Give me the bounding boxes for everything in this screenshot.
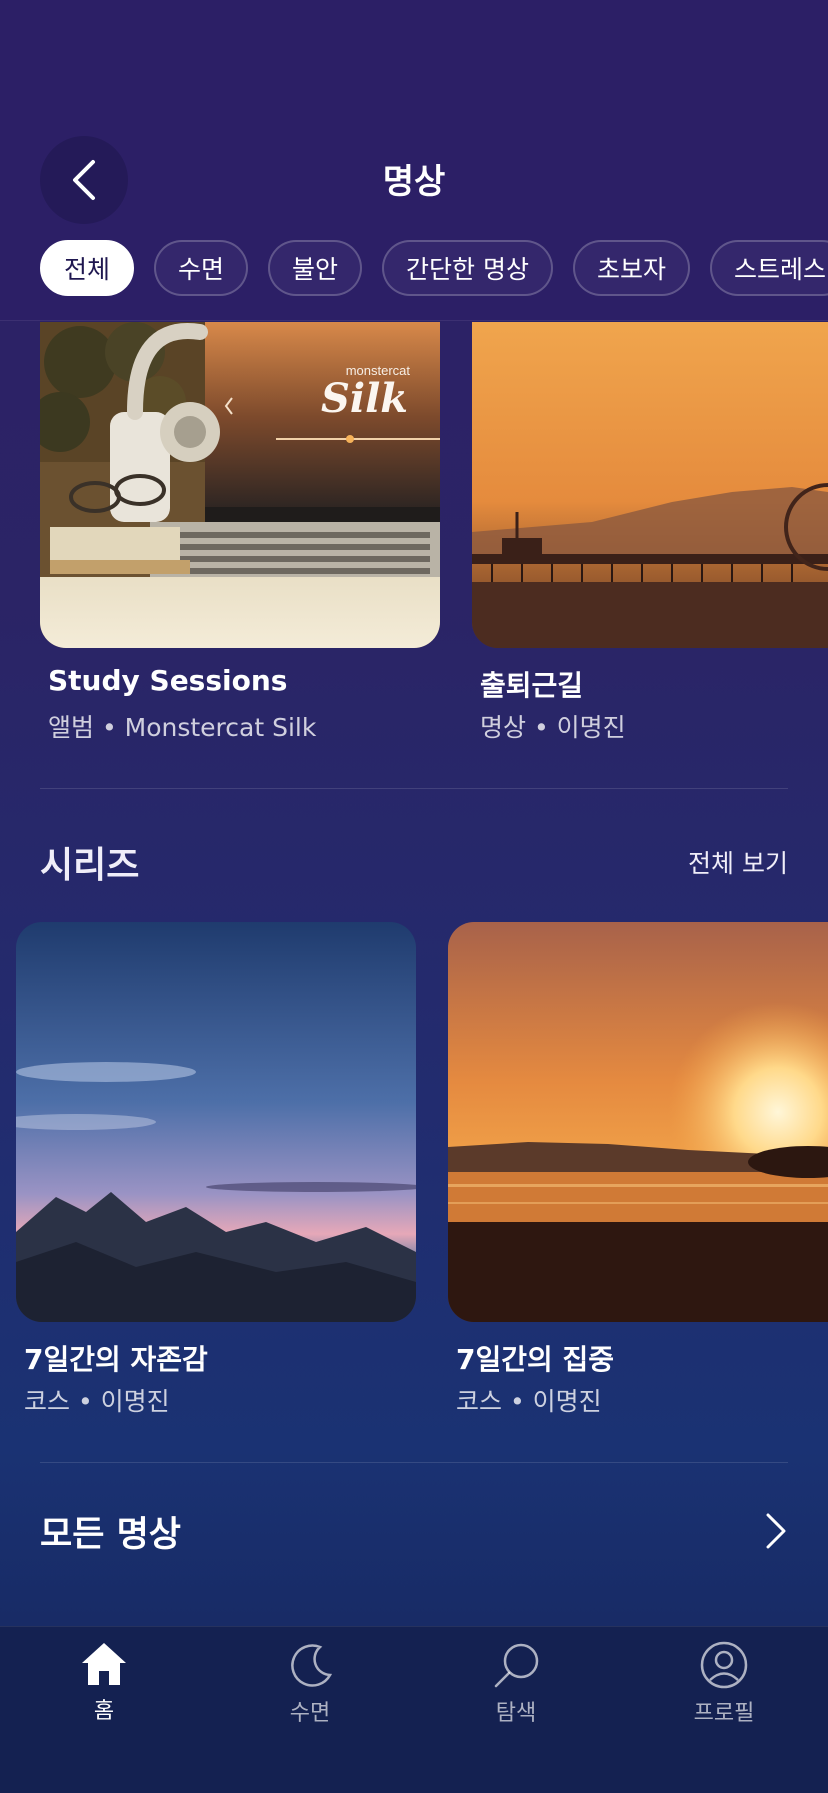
bottom-tab-bar: 홈 수면 탐색 프로필	[0, 1626, 828, 1793]
category-chips: 전체 수면 불안 간단한 명상 초보자 스트레스	[40, 240, 828, 298]
moon-icon	[291, 1644, 333, 1687]
section-divider	[40, 788, 788, 789]
all-meditations-row[interactable]: 모든 명상	[40, 1500, 788, 1562]
card-title: 7일간의 집중	[456, 1343, 615, 1376]
home-icon	[82, 1643, 126, 1685]
featured-card-study-sessions[interactable]: monstercat Silk Study Sessions 앨범 • Mons…	[40, 322, 440, 742]
card-subtitle: 앨범 • Monstercat Silk	[48, 713, 317, 742]
header: 명상 전체 수면 불안 간단한 명상 초보자 스트레스	[0, 0, 828, 321]
tab-label: 프로필	[693, 1701, 755, 1726]
tab-home[interactable]: 홈	[34, 1641, 174, 1725]
album-artwork: monstercat Silk	[40, 322, 440, 648]
chip-sleep[interactable]: 수면	[154, 240, 249, 296]
chip-anxiety[interactable]: 불안	[268, 240, 363, 296]
page-title: 명상	[382, 162, 446, 202]
tab-label: 수면	[289, 1701, 331, 1726]
tab-profile[interactable]: 프로필	[654, 1641, 794, 1727]
search-icon	[494, 1643, 539, 1688]
featured-card-commute[interactable]: 출퇴근길 명상 • 이명진	[472, 322, 828, 742]
card-subtitle: 코스 • 이명진	[24, 1387, 170, 1416]
chip-beginner[interactable]: 초보자	[573, 240, 691, 296]
card-subtitle: 명상 • 이명진	[480, 713, 626, 742]
mountain-dusk-image	[16, 922, 416, 1322]
artwork-name: Silk	[321, 375, 408, 422]
series-card-self-esteem[interactable]: 7일간의 자존감 코스 • 이명진	[16, 922, 416, 1422]
card-title: 출퇴근길	[480, 669, 584, 702]
profile-icon	[700, 1641, 748, 1689]
tab-explore[interactable]: 탐색	[446, 1641, 586, 1727]
chip-all[interactable]: 전체	[40, 240, 135, 296]
chip-short-meditation[interactable]: 간단한 명상	[382, 240, 553, 296]
beach-sunset-image	[448, 922, 828, 1322]
series-section-title: 시리즈	[40, 845, 140, 886]
chevron-right-icon	[766, 1513, 786, 1549]
card-subtitle: 코스 • 이명진	[456, 1387, 602, 1416]
all-meditations-label: 모든 명상	[40, 1514, 181, 1555]
section-divider	[40, 1462, 788, 1463]
card-title: 7일간의 자존감	[24, 1343, 208, 1376]
series-card-focus[interactable]: 7일간의 집중 코스 • 이명진	[448, 922, 828, 1422]
chip-stress[interactable]: 스트레스	[710, 240, 828, 296]
see-all-link[interactable]: 전체 보기	[688, 844, 788, 880]
tab-label: 탐색	[495, 1701, 537, 1726]
tab-label: 홈	[93, 1699, 115, 1724]
card-title: Study Sessions	[48, 664, 288, 697]
pier-sunset-image	[472, 322, 828, 648]
tab-sleep[interactable]: 수면	[240, 1641, 380, 1727]
